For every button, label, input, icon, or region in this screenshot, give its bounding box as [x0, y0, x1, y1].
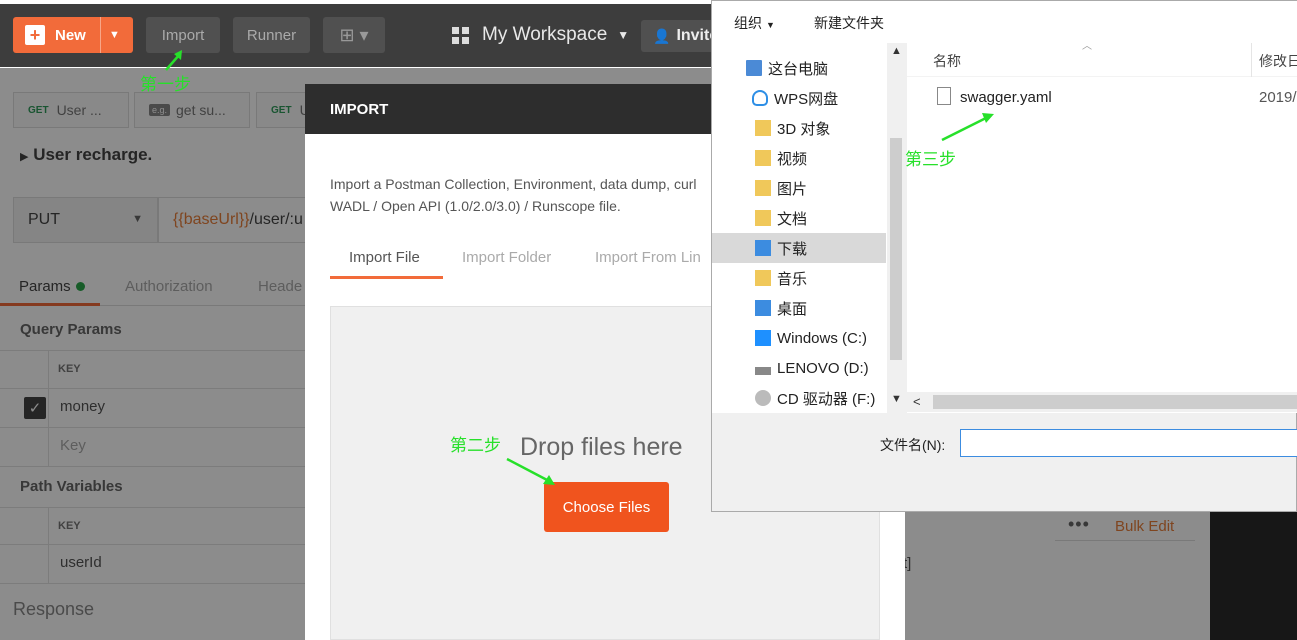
windows-drive-icon — [755, 330, 771, 346]
new-window-button[interactable]: ⊞ ▾ — [323, 17, 385, 53]
file-icon — [937, 87, 951, 105]
modal-description: Import a Postman Collection, Environment… — [330, 176, 697, 214]
nav-item-this-pc[interactable]: 这台电脑 — [712, 53, 886, 83]
nav-label: WPS网盘 — [774, 90, 839, 108]
step2-annotation: 第二步 — [450, 436, 501, 456]
invite-button[interactable]: 👤 Invite — [641, 20, 721, 52]
workspace-grid-icon — [452, 26, 469, 44]
column-name[interactable]: 名称 — [933, 51, 961, 71]
nav-label: CD 驱动器 (F:) — [777, 390, 876, 408]
organize-button[interactable]: 组织 ▼ — [734, 13, 775, 33]
documents-folder-icon — [755, 210, 771, 226]
nav-item-drive-f[interactable]: CD 驱动器 (F:) — [712, 383, 886, 413]
nav-item-music[interactable]: 音乐 — [712, 263, 886, 293]
video-folder-icon — [755, 150, 771, 166]
nav-scrollbar[interactable]: ▲ ▼ — [887, 43, 905, 413]
nav-item-desktop[interactable]: 桌面 — [712, 293, 886, 323]
nav-label: 文档 — [777, 210, 808, 228]
scrollbar-thumb[interactable] — [890, 138, 902, 360]
nav-item-videos[interactable]: 视频 — [712, 143, 886, 173]
file-open-dialog: 组织 ▼ 新建文件夹 这台电脑 WPS网盘 3D 对象 视频 图片 文档 下载 音… — [711, 0, 1297, 512]
pictures-folder-icon — [755, 180, 771, 196]
column-header: ︿ 名称 修改日 — [907, 41, 1297, 77]
choose-files-button[interactable]: Choose Files — [544, 482, 669, 532]
file-date: 2019/ — [1259, 89, 1297, 106]
cd-drive-icon — [755, 390, 771, 406]
computer-icon — [746, 60, 762, 76]
nav-item-pictures[interactable]: 图片 — [712, 173, 886, 203]
new-folder-button[interactable]: 新建文件夹 — [814, 13, 884, 33]
navigation-pane: 这台电脑 WPS网盘 3D 对象 视频 图片 文档 下载 音乐 桌面 Windo… — [712, 43, 905, 413]
nav-item-3d-objects[interactable]: 3D 对象 — [712, 113, 886, 143]
downloads-folder-icon — [755, 240, 771, 256]
nav-item-downloads[interactable]: 下载 — [712, 233, 886, 263]
cloud-icon — [752, 90, 768, 106]
file-name: swagger.yaml — [960, 89, 1052, 106]
desktop-folder-icon — [755, 300, 771, 316]
nav-label: 3D 对象 — [777, 120, 831, 138]
chevron-down-icon[interactable]: ▼ — [891, 393, 902, 405]
chevron-down-icon[interactable]: ▼ — [109, 29, 120, 41]
workspace-label: My Workspace — [482, 24, 608, 45]
nav-label: 这台电脑 — [768, 60, 829, 78]
nav-label: 音乐 — [777, 270, 808, 288]
step3-arrow — [941, 113, 994, 142]
nav-item-drive-c[interactable]: Windows (C:) — [712, 323, 886, 353]
chevron-left-icon[interactable]: < — [913, 394, 921, 409]
nav-label: Windows (C:) — [777, 329, 868, 347]
sort-ascending-icon: ︿ — [1082, 41, 1092, 52]
workspace-switcher[interactable]: My Workspace ▼ — [452, 24, 629, 46]
step2-arrow — [506, 457, 555, 485]
nav-item-drive-d[interactable]: LENOVO (D:) — [712, 353, 886, 383]
new-button-divider — [100, 17, 101, 53]
step3-annotation: 第三步 — [905, 150, 956, 170]
dialog-toolbar: 组织 ▼ 新建文件夹 — [712, 1, 1297, 43]
nav-label: 视频 — [777, 150, 808, 168]
nav-label: 桌面 — [777, 300, 808, 318]
scrollbar-thumb[interactable] — [933, 395, 1297, 409]
tab-import-link[interactable]: Import From Lin — [595, 249, 701, 266]
folder-icon — [755, 120, 771, 136]
new-button[interactable]: + New ▼ — [13, 17, 133, 53]
add-user-icon: 👤 — [653, 27, 671, 44]
new-window-icon: ⊞ ▾ — [339, 24, 369, 45]
tab-import-file[interactable]: Import File — [349, 249, 420, 266]
nav-item-wps-cloud[interactable]: WPS网盘 — [712, 83, 886, 113]
column-modified[interactable]: 修改日 — [1259, 51, 1297, 71]
organize-label: 组织 — [734, 15, 762, 31]
drive-icon — [755, 367, 771, 375]
tab-import-folder[interactable]: Import Folder — [462, 249, 551, 266]
chevron-down-icon: ▼ — [766, 20, 775, 30]
nav-item-documents[interactable]: 文档 — [712, 203, 886, 233]
active-tab-underline — [330, 276, 443, 279]
chevron-down-icon: ▼ — [617, 28, 630, 42]
nav-label: LENOVO (D:) — [777, 359, 869, 377]
chevron-up-icon[interactable]: ▲ — [891, 45, 902, 57]
music-folder-icon — [755, 270, 771, 286]
file-row[interactable]: swagger.yaml 2019/ — [907, 85, 1297, 109]
runner-button[interactable]: Runner — [233, 17, 310, 53]
filename-label: 文件名(N): — [880, 437, 946, 453]
nav-label: 下载 — [777, 240, 808, 258]
step1-annotation: 第一步 — [140, 75, 191, 95]
horizontal-scrollbar[interactable]: < — [907, 392, 1297, 412]
column-divider[interactable] — [1251, 43, 1252, 77]
file-list: ︿ 名称 修改日 swagger.yaml 2019/ — [907, 41, 1297, 413]
new-label: New — [55, 26, 86, 44]
nav-label: 图片 — [777, 180, 808, 198]
plus-icon: + — [25, 25, 45, 45]
filename-input[interactable] — [960, 429, 1297, 457]
